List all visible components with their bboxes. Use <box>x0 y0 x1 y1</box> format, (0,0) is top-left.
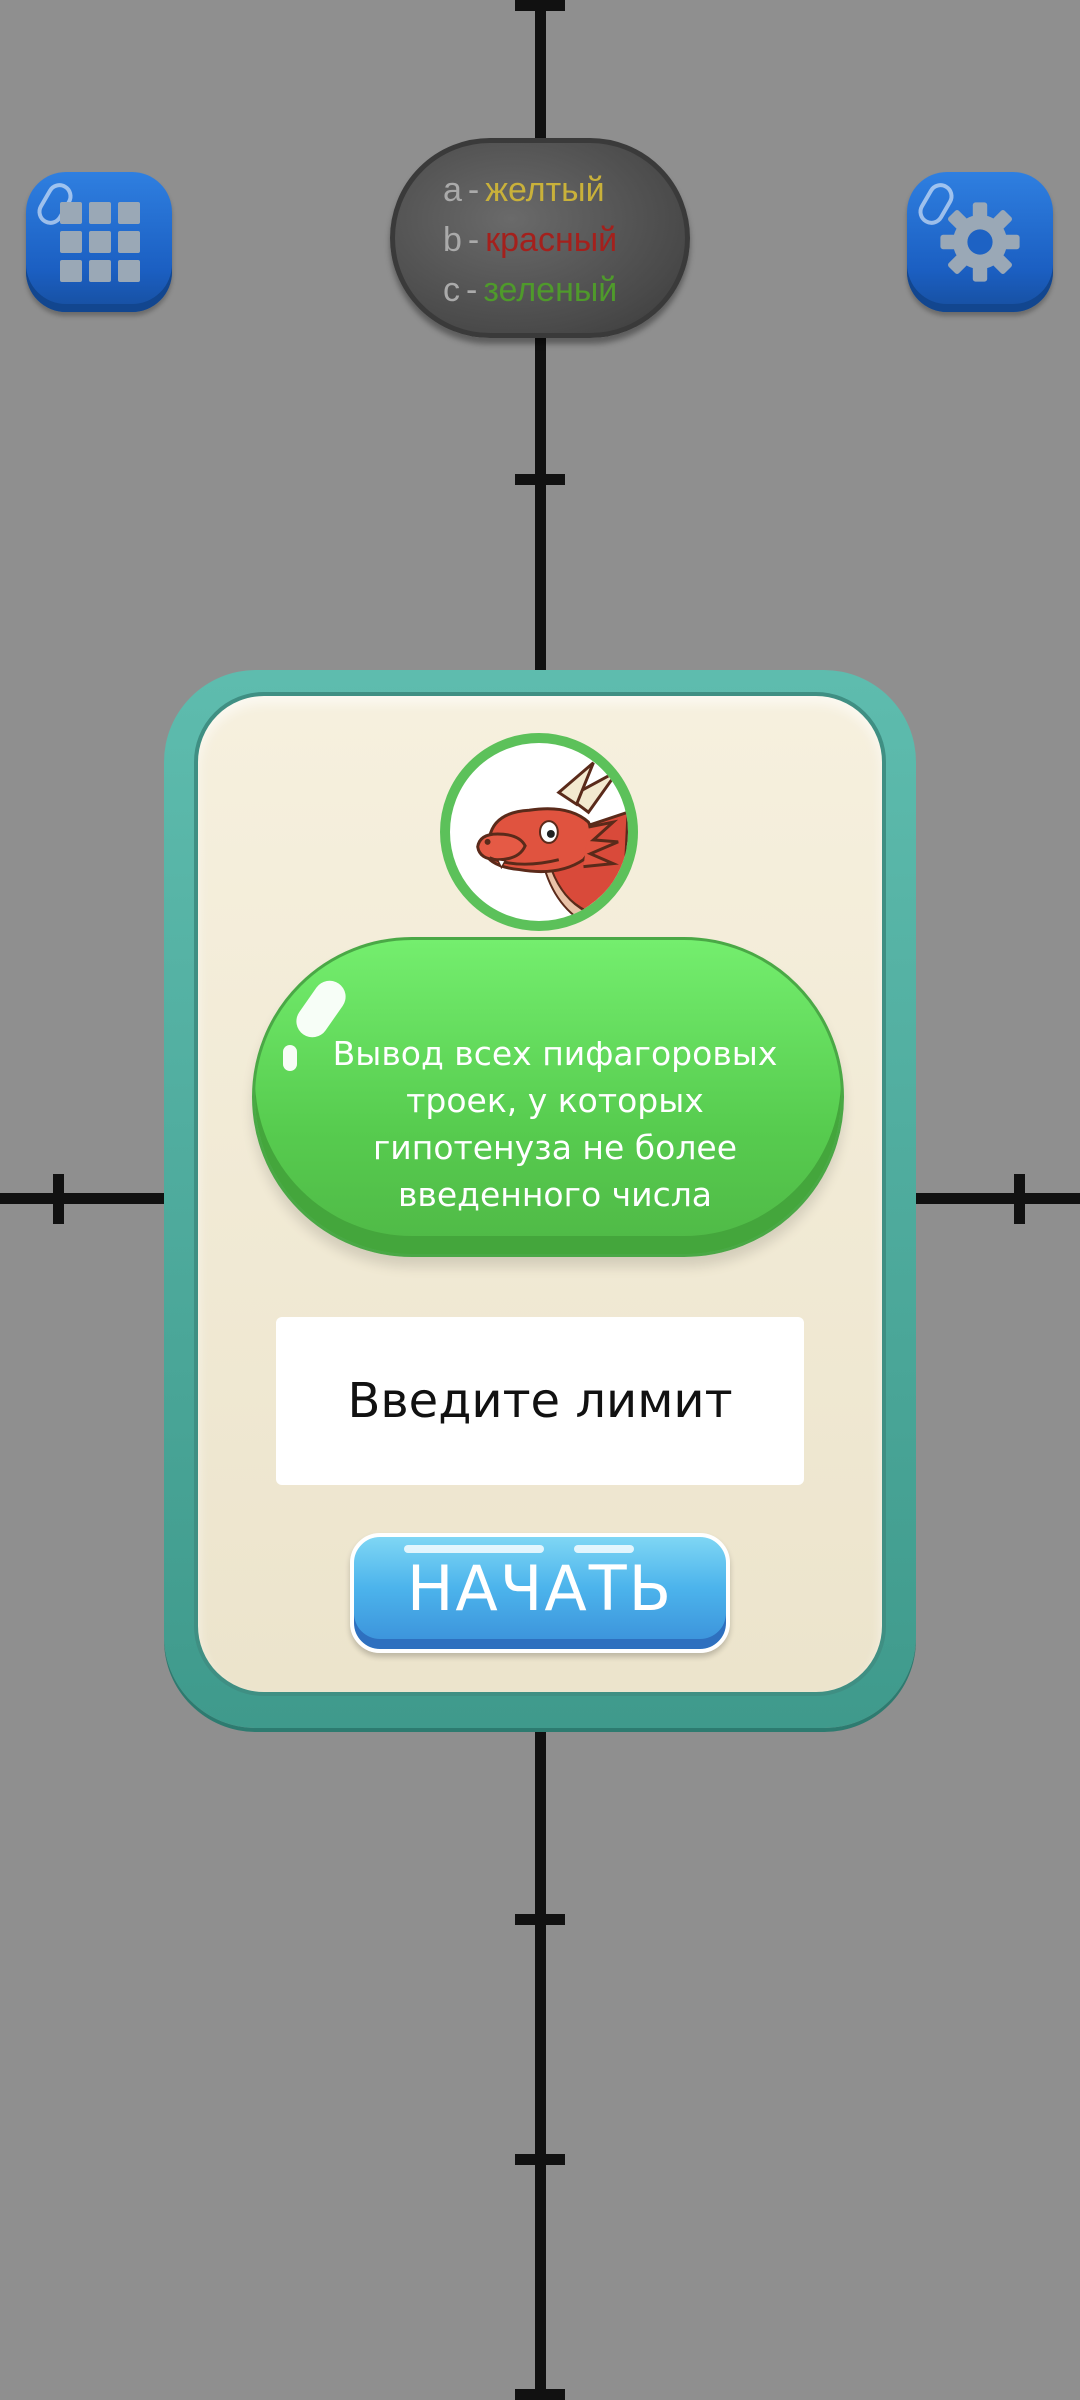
gear-icon <box>940 202 1020 282</box>
y-axis-tick <box>515 474 565 485</box>
y-axis-tick <box>515 2389 565 2400</box>
color-legend: a - желтый b - красный c - зеленый <box>390 138 690 338</box>
task-description-text: Вывод всех пифагоровых троек, у которых … <box>332 1034 778 1214</box>
red-dragon-icon <box>440 733 638 931</box>
start-button[interactable]: НАЧАТЬ <box>350 1533 730 1653</box>
start-button-label: НАЧАТЬ <box>406 1552 674 1625</box>
settings-button[interactable] <box>907 172 1053 312</box>
legend-row-c: c - зеленый <box>443 271 618 309</box>
y-axis-tick <box>515 2154 565 2165</box>
legend-row-a: a - желтый <box>443 171 605 209</box>
legend-row-b: b - красный <box>443 221 618 259</box>
x-axis-tick <box>53 1174 64 1224</box>
x-axis-tick <box>1014 1174 1025 1224</box>
limit-input[interactable] <box>276 1317 804 1485</box>
menu-button[interactable] <box>26 172 172 312</box>
y-axis-tick <box>515 0 565 11</box>
grid-icon <box>60 202 140 282</box>
task-description-banner: Вывод всех пифагоровых троек, у которых … <box>252 937 844 1257</box>
y-axis-tick <box>515 1914 565 1925</box>
